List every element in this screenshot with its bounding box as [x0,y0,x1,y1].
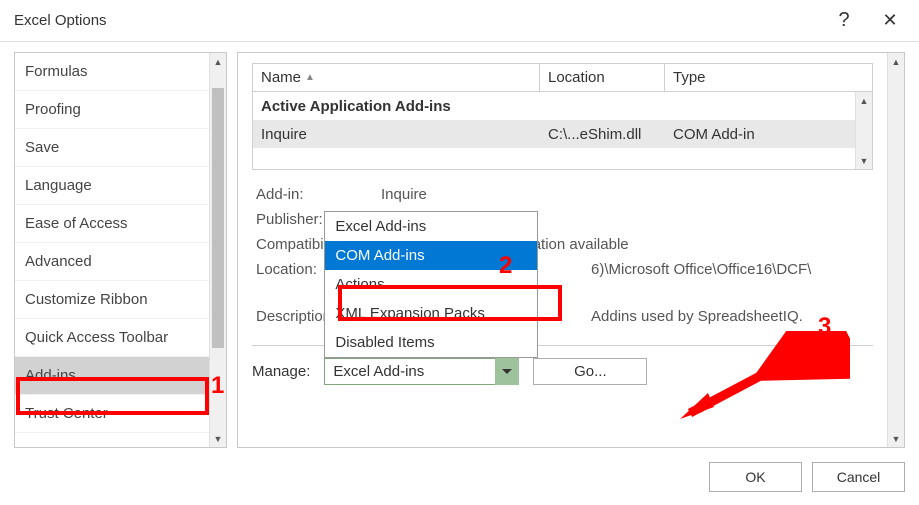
help-button[interactable]: ? [821,0,867,42]
scroll-down-button[interactable]: ▼ [856,152,872,169]
scroll-up-button[interactable]: ▲ [210,53,226,70]
sidebar-item-ease-of-access[interactable]: Ease of Access [15,205,226,243]
sort-asc-icon: ▲ [305,72,315,83]
sidebar-list: Formulas Proofing Save Language Ease of … [15,53,226,447]
sidebar-item-advanced[interactable]: Advanced [15,243,226,281]
sidebar-scrollbar[interactable]: ▲ ▼ [209,53,226,447]
content-panel: Name▲ Location Type Active Application A… [237,52,905,448]
content-scrollbar[interactable]: ▲ ▼ [887,53,904,447]
detail-addin-value: Inquire [381,186,869,203]
dialog-footer: OK Cancel [0,452,919,492]
dropdown-item-actions[interactable]: Actions [325,270,537,299]
dialog-body: Formulas Proofing Save Language Ease of … [0,42,919,452]
sidebar-item-formulas[interactable]: Formulas [15,53,226,91]
combo-dropdown-button[interactable] [495,358,519,385]
table-body: Active Application Add-ins Inquire C:\..… [253,92,872,169]
scroll-down-button[interactable]: ▼ [888,430,904,447]
table-scrollbar[interactable]: ▲ ▼ [855,92,872,169]
dropdown-item-excel-addins[interactable]: Excel Add-ins [325,212,537,241]
manage-combobox[interactable]: Excel Add-ins [324,358,519,385]
table-header: Name▲ Location Type [253,64,872,92]
manage-row: Manage: Excel Add-ins COM Add-ins Action… [252,358,873,385]
cell-location: C:\...eShim.dll [540,120,665,148]
scroll-track[interactable] [856,109,872,152]
help-icon: ? [838,9,849,32]
dialog-title: Excel Options [14,12,821,29]
column-header-name[interactable]: Name▲ [253,64,540,91]
group-header-active: Active Application Add-ins [253,92,872,120]
manage-combo-wrap: Excel Add-ins COM Add-ins Actions XML Ex… [324,358,519,385]
sidebar-item-language[interactable]: Language [15,167,226,205]
content-inner: Name▲ Location Type Active Application A… [238,53,887,447]
scroll-thumb[interactable] [212,88,224,348]
table-row[interactable]: Inquire C:\...eShim.dll COM Add-in [253,120,872,148]
category-sidebar: Formulas Proofing Save Language Ease of … [14,52,227,448]
column-header-location[interactable]: Location [540,64,665,91]
sidebar-item-quick-access-toolbar[interactable]: Quick Access Toolbar [15,319,226,357]
scroll-up-button[interactable]: ▲ [888,53,904,70]
addins-table: Name▲ Location Type Active Application A… [252,63,873,170]
manage-dropdown-list: Excel Add-ins COM Add-ins Actions XML Ex… [324,211,538,358]
sidebar-item-customize-ribbon[interactable]: Customize Ribbon [15,281,226,319]
manage-label: Manage: [252,363,310,380]
cell-name: Inquire [253,120,540,148]
dropdown-item-disabled-items[interactable]: Disabled Items [325,328,537,357]
scroll-down-button[interactable]: ▼ [210,430,226,447]
go-button[interactable]: Go... [533,358,647,385]
combo-selected-text: Excel Add-ins [333,363,424,380]
scroll-track[interactable] [888,70,904,430]
titlebar: Excel Options ? ✕ [0,0,919,42]
cancel-button[interactable]: Cancel [812,462,905,492]
detail-addin-label: Add-in: [256,186,381,203]
column-header-type[interactable]: Type [665,64,872,91]
close-icon: ✕ [882,10,897,31]
close-button[interactable]: ✕ [867,0,913,42]
dropdown-item-com-addins[interactable]: COM Add-ins [325,241,537,270]
scroll-track[interactable] [210,70,226,430]
sidebar-item-add-ins[interactable]: Add-ins [15,357,226,395]
sidebar-item-trust-center[interactable]: Trust Center [15,395,226,433]
ok-button[interactable]: OK [709,462,802,492]
sidebar-item-proofing[interactable]: Proofing [15,91,226,129]
dropdown-item-xml-expansion-packs[interactable]: XML Expansion Packs [325,299,537,328]
sidebar-item-save[interactable]: Save [15,129,226,167]
cell-type: COM Add-in [665,120,872,148]
scroll-up-button[interactable]: ▲ [856,92,872,109]
